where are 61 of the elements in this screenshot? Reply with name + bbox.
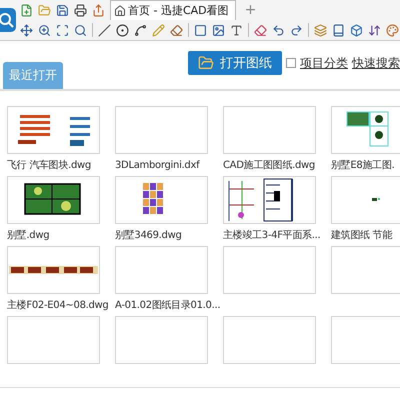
file-thumbnail[interactable] <box>115 176 208 224</box>
file-thumbnail[interactable] <box>7 176 100 224</box>
redo-icon[interactable] <box>290 24 303 36</box>
file-thumbnail[interactable] <box>331 316 400 364</box>
drawing-preview <box>228 178 293 222</box>
pan-icon[interactable] <box>20 24 33 36</box>
zoom-in-icon[interactable] <box>38 24 51 36</box>
file-thumbnail[interactable] <box>115 246 208 294</box>
file-thumbnail[interactable] <box>223 176 316 224</box>
image-icon[interactable] <box>212 24 225 36</box>
export-icon[interactable] <box>92 4 105 16</box>
book-icon[interactable] <box>332 24 345 36</box>
home-icon <box>114 4 126 16</box>
cube-icon[interactable] <box>350 24 363 36</box>
text-icon[interactable] <box>230 24 243 36</box>
drawing-preview <box>24 183 81 215</box>
category-label[interactable]: 项目分类 <box>300 54 348 72</box>
file-name: 建筑图纸 节能 <box>331 229 392 242</box>
file-name: 别墅.dwg <box>7 229 50 242</box>
eraser-icon[interactable] <box>170 24 183 36</box>
file-thumbnail[interactable] <box>331 106 400 154</box>
category-checkbox[interactable] <box>286 58 296 68</box>
file-name: 飞行 汽车图块.dwg <box>7 159 91 172</box>
quick-search-link[interactable]: 快速搜索 <box>352 54 400 72</box>
folder-icon <box>198 55 214 71</box>
new-file-icon[interactable] <box>20 4 33 16</box>
drawing-preview <box>372 198 380 201</box>
file-thumbnail[interactable] <box>331 246 400 294</box>
file-thumbnail[interactable] <box>7 246 100 294</box>
file-thumbnail[interactable] <box>7 106 100 154</box>
circle-icon[interactable] <box>116 24 129 36</box>
file-thumbnail[interactable] <box>223 246 316 294</box>
rectangle-icon[interactable] <box>194 24 207 36</box>
file-name: 别墅3469.dwg <box>115 229 182 242</box>
undo-icon[interactable] <box>272 24 285 36</box>
open-drawing-button[interactable]: 打开图纸 <box>188 51 282 75</box>
layers-icon[interactable] <box>314 24 327 36</box>
file-thumbnail[interactable] <box>331 176 400 224</box>
sort-icon[interactable] <box>368 24 381 36</box>
file-name: CAD施工图图纸.dwg <box>223 159 315 172</box>
file-thumbnail[interactable] <box>7 316 100 364</box>
file-name: 3DLamborgini.dxf <box>115 159 200 172</box>
line-icon[interactable] <box>98 24 111 36</box>
file-thumbnail[interactable] <box>115 316 208 364</box>
file-name: 主楼F02-E04~08.dwg <box>7 299 108 312</box>
zoom-icon[interactable] <box>74 24 87 36</box>
zoom-extents-icon[interactable] <box>56 24 69 36</box>
print-icon[interactable] <box>74 4 87 16</box>
save-icon[interactable] <box>56 4 69 16</box>
drawing-preview <box>143 183 163 214</box>
file-thumbnail[interactable] <box>223 316 316 364</box>
file-thumbnail[interactable] <box>115 106 208 154</box>
file-name: 别墅E8施工图. <box>331 159 394 172</box>
curve-icon[interactable] <box>134 24 147 36</box>
home-tab[interactable]: 首页 - 迅捷CAD看图 <box>110 0 236 20</box>
drawing-preview <box>346 112 388 146</box>
drawing-preview <box>18 115 90 146</box>
file-name: 主楼竣工3-4F平面系... <box>223 229 320 242</box>
erase-icon[interactable] <box>254 24 267 36</box>
file-name: A-01.02图纸目录01.0... <box>115 299 220 312</box>
file-thumbnail[interactable] <box>223 106 316 154</box>
